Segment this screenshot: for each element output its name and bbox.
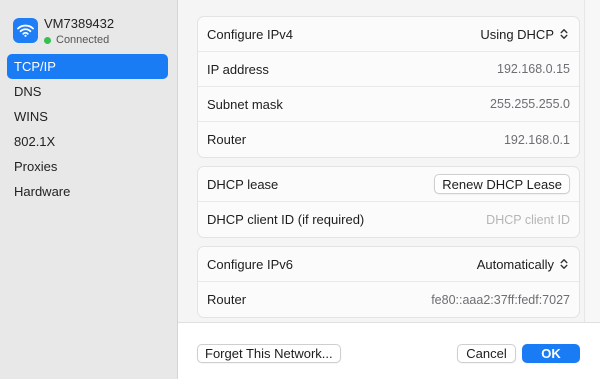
ipv4-group: Configure IPv4 Using DHCP IP address 192… <box>197 16 580 158</box>
sidebar-item-wins[interactable]: WINS <box>7 104 168 129</box>
footer-bar: Forget This Network... Cancel OK <box>178 323 600 379</box>
cancel-button[interactable]: Cancel <box>457 344 516 363</box>
dhcp-client-id-field[interactable]: DHCP client ID <box>486 213 570 227</box>
dhcp-client-id-label: DHCP client ID (if required) <box>207 212 365 227</box>
configure-ipv6-row: Configure IPv6 Automatically <box>198 247 579 282</box>
network-header: VM7389432 Connected <box>0 14 177 54</box>
subnet-mask-label: Subnet mask <box>207 96 283 112</box>
forget-network-button[interactable]: Forget This Network... <box>197 344 341 363</box>
renew-dhcp-lease-button[interactable]: Renew DHCP Lease <box>434 174 570 194</box>
ip-address-label: IP address <box>207 61 269 77</box>
wifi-icon <box>13 18 38 43</box>
ip-address-value: 192.168.0.15 <box>497 62 570 76</box>
ipv6-group: Configure IPv6 Automatically Router fe80… <box>197 246 580 318</box>
dhcp-lease-label: DHCP lease <box>207 176 279 192</box>
configure-ipv6-label: Configure IPv6 <box>207 256 293 272</box>
ok-button[interactable]: OK <box>522 344 580 363</box>
configure-ipv4-popup[interactable]: Using DHCP <box>480 27 570 42</box>
sidebar: VM7389432 Connected TCP/IP DNS WINS 802.… <box>0 0 178 379</box>
configure-ipv4-row: Configure IPv4 Using DHCP <box>198 17 579 52</box>
sidebar-item-dns[interactable]: DNS <box>7 79 168 104</box>
status-dot-icon <box>44 36 51 44</box>
router-row: Router 192.168.0.1 <box>198 122 579 157</box>
configure-ipv6-popup[interactable]: Automatically <box>477 257 570 272</box>
router-value: 192.168.0.1 <box>503 132 570 147</box>
main-panel: Configure IPv4 Using DHCP IP address 192… <box>178 0 600 379</box>
ipv6-router-value: fe80::aaa2:37ff:fedf:7027 <box>431 292 570 307</box>
scrollbar[interactable] <box>584 0 600 323</box>
subnet-mask-row: Subnet mask 255.255.255.0 <box>198 87 579 122</box>
subnet-mask-value: 255.255.255.0 <box>490 97 570 111</box>
network-name: VM7389432 <box>44 16 115 31</box>
sidebar-item-8021x[interactable]: 802.1X <box>7 129 168 154</box>
sidebar-list: TCP/IP DNS WINS 802.1X Proxies Hardware <box>0 54 177 204</box>
updown-chevron-icon <box>558 257 570 271</box>
ip-address-row: IP address 192.168.0.15 <box>198 52 579 87</box>
ipv6-router-label: Router <box>207 292 247 307</box>
dhcp-lease-row: DHCP lease Renew DHCP Lease <box>198 167 579 202</box>
dhcp-client-id-row: DHCP client ID (if required) DHCP client… <box>198 202 579 237</box>
network-status: Connected <box>44 34 114 46</box>
network-meta: VM7389432 Connected <box>44 14 114 46</box>
sidebar-item-tcpip[interactable]: TCP/IP <box>7 54 168 79</box>
ipv6-router-row: Router fe80::aaa2:37ff:fedf:7027 <box>198 282 579 317</box>
network-details-window: VM7389432 Connected TCP/IP DNS WINS 802.… <box>0 0 600 379</box>
sidebar-item-hardware[interactable]: Hardware <box>7 179 168 204</box>
sidebar-item-proxies[interactable]: Proxies <box>7 154 168 179</box>
configure-ipv6-value: Automatically <box>476 256 554 272</box>
network-status-label: Connected <box>56 34 110 46</box>
updown-chevron-icon <box>558 27 570 41</box>
configure-ipv4-value: Using DHCP <box>480 26 554 42</box>
configure-ipv4-label: Configure IPv4 <box>207 26 293 42</box>
dhcp-group: DHCP lease Renew DHCP Lease DHCP client … <box>197 166 580 238</box>
router-label: Router <box>207 132 247 147</box>
